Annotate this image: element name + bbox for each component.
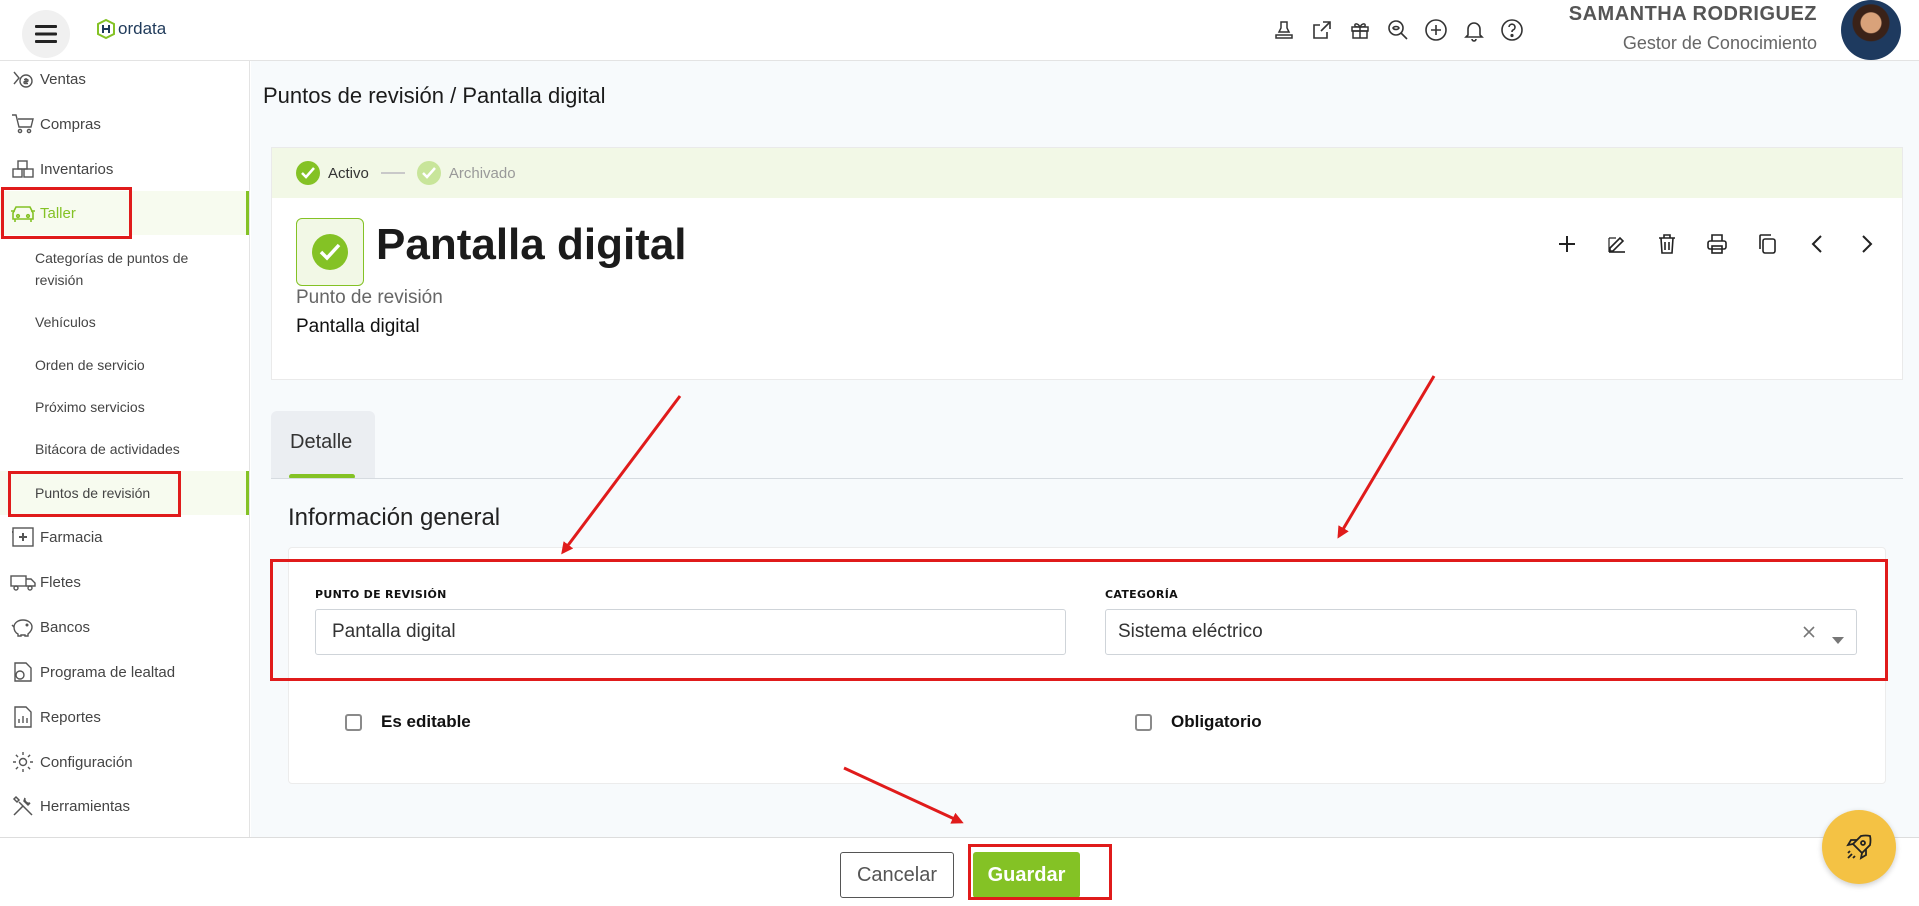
add-circle-icon[interactable] (1417, 15, 1455, 45)
top-icon-bar (1265, 15, 1531, 45)
required-checkbox[interactable] (1135, 713, 1152, 731)
status-archived-label: Archivado (448, 164, 516, 182)
sidebar-item-label: Compras (40, 115, 101, 133)
top-bar: ordata SAMANTHA RODRIGUEZ Gestor de Cono… (0, 0, 1919, 61)
annotation-box-save (968, 844, 1112, 900)
sidebar-item-label: Farmacia (40, 528, 103, 546)
gift-icon[interactable] (1341, 15, 1379, 45)
sidebar-subitem-proximo-servicios[interactable]: Próximo servicios (35, 396, 145, 418)
editable-checkbox-row[interactable]: Es editable (345, 712, 471, 732)
status-step-archived[interactable]: Archivado (416, 161, 516, 185)
record-status-badge (296, 218, 364, 286)
sidebar-item-label: Bancos (40, 618, 91, 636)
report-icon (10, 704, 36, 730)
status-divider (380, 172, 405, 174)
status-step-active[interactable]: Activo (296, 161, 369, 185)
sidebar-item-label: Fletes (40, 573, 81, 591)
sidebar-item-label: Configuración (40, 753, 133, 771)
sidebar-item-label: Reportes (40, 708, 101, 726)
breadcrumb-separator: / (450, 83, 457, 108)
sidebar-item-configuracion[interactable]: Configuración (0, 740, 249, 784)
section-title: Información general (288, 504, 501, 531)
required-checkbox-row[interactable]: Obligatorio (1135, 712, 1262, 732)
status-bar: Activo Archivado (272, 148, 1902, 198)
status-active-label: Activo (328, 164, 369, 182)
external-link-icon[interactable] (1303, 15, 1341, 45)
sidebar-subitem-categorias[interactable]: Categorías de puntos de revisión (35, 247, 195, 291)
plus-icon[interactable] (1542, 228, 1592, 260)
annotation-box-puntos-revision (8, 471, 181, 517)
required-checkbox-label: Obligatorio (1171, 712, 1262, 731)
logo-text: ordata (118, 19, 167, 38)
sidebar-item-compras[interactable]: Compras (0, 102, 249, 146)
breadcrumb: Puntos de revisión / Pantalla digital (263, 83, 605, 109)
record-type-label: Punto de revisión (296, 287, 443, 308)
sidebar-item-fletes[interactable]: Fletes (0, 560, 249, 604)
tab-detalle[interactable]: Detalle (271, 411, 375, 479)
check-icon (296, 161, 320, 185)
sidebar-subitem-bitacora[interactable]: Bitácora de actividades (35, 438, 180, 460)
sidebar-item-reportes[interactable]: Reportes (0, 695, 249, 739)
boxes-icon (10, 156, 36, 182)
check-icon (416, 161, 441, 185)
hamburger-menu-icon[interactable] (22, 10, 70, 58)
breadcrumb-current: Pantalla digital (462, 83, 606, 108)
app-logo[interactable]: ordata (96, 18, 166, 40)
trash-icon[interactable] (1642, 228, 1692, 260)
sidebar: Ventas Compras Inventarios Taller Catego… (0, 61, 250, 837)
breadcrumb-parent[interactable]: Puntos de revisión (263, 83, 444, 108)
sidebar-item-label: Ventas (40, 70, 86, 88)
rocket-help-button[interactable] (1822, 810, 1896, 884)
record-card: Activo Archivado Pantalla digital Punto … (271, 147, 1903, 380)
help-icon[interactable] (1493, 15, 1531, 45)
sidebar-item-farmacia[interactable]: Farmacia (0, 515, 249, 559)
chevron-right-icon[interactable] (1842, 228, 1892, 260)
user-role: Gestor de Conocimiento (1622, 33, 1817, 53)
cancel-button[interactable]: Cancelar (840, 852, 954, 898)
gear-icon (10, 749, 36, 775)
form-footer: Cancelar Guardar (0, 837, 1919, 906)
editable-checkbox-label: Es editable (381, 712, 471, 731)
logo-mark-icon (97, 18, 115, 40)
user-name: SAMANTHA RODRIGUEZ (1568, 3, 1817, 25)
sidebar-item-bancos[interactable]: Bancos (0, 605, 249, 649)
sidebar-item-herramientas[interactable]: Herramientas (0, 784, 249, 828)
avatar[interactable] (1841, 0, 1901, 60)
sidebar-item-label: Herramientas (40, 797, 131, 815)
sidebar-item-label: Programa de lealtad (40, 663, 176, 681)
loyalty-icon (10, 659, 36, 685)
annotation-box-form-fields (270, 559, 1888, 681)
record-title: Pantalla digital (376, 220, 687, 269)
sidebar-subitem-orden-servicio[interactable]: Orden de servicio (35, 354, 145, 376)
cart-icon (10, 111, 36, 137)
sidebar-item-label: Inventarios (40, 160, 114, 178)
record-type-value: Pantalla digital (296, 316, 420, 337)
pharmacy-icon (10, 524, 36, 550)
chevron-left-icon[interactable] (1792, 228, 1842, 260)
piggy-bank-icon (10, 614, 36, 640)
record-toolbar (1542, 228, 1892, 260)
sidebar-item-inventarios[interactable]: Inventarios (0, 147, 249, 191)
stamp-icon[interactable] (1265, 15, 1303, 45)
tab-label: Detalle (290, 431, 353, 453)
editable-checkbox[interactable] (345, 713, 362, 731)
sidebar-item-ventas[interactable]: Ventas (0, 61, 249, 97)
edit-icon[interactable] (1592, 228, 1642, 260)
sidebar-subitem-vehiculos[interactable]: Vehículos (35, 311, 96, 333)
rocket-icon (1846, 834, 1872, 860)
zoom-search-icon[interactable] (1379, 15, 1417, 45)
tab-divider (271, 478, 1903, 479)
check-circle-icon (312, 234, 348, 270)
copy-icon[interactable] (1742, 228, 1792, 260)
sidebar-item-programa-lealtad[interactable]: Programa de lealtad (0, 650, 249, 694)
truck-icon (10, 569, 36, 595)
tools-icon (10, 793, 36, 819)
sales-icon (10, 66, 36, 92)
annotation-box-taller (1, 187, 132, 239)
bell-icon[interactable] (1455, 15, 1493, 45)
print-icon[interactable] (1692, 228, 1742, 260)
main-content: Puntos de revisión / Pantalla digital Ac… (251, 61, 1919, 837)
